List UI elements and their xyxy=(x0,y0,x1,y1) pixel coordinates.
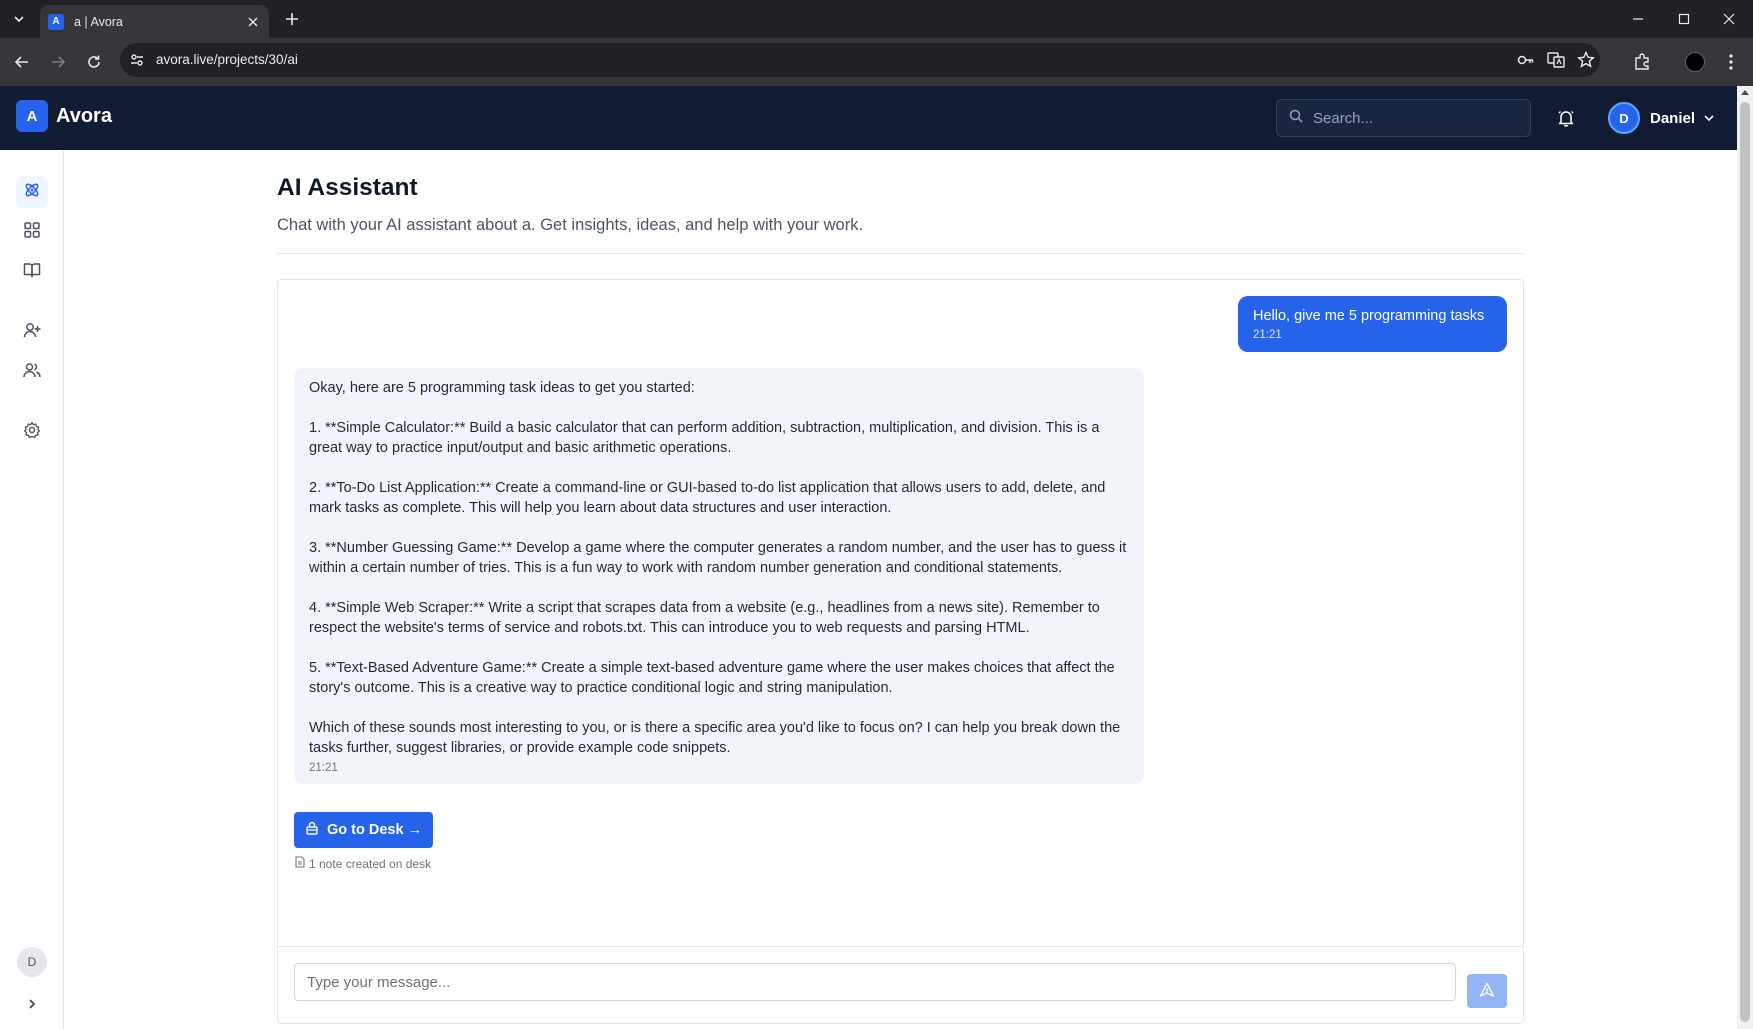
atom-icon xyxy=(23,181,41,204)
profile-dot xyxy=(1685,52,1705,72)
dashboard-grid-icon xyxy=(23,221,41,244)
tab-title: a | Avora xyxy=(74,14,123,29)
user-menu[interactable]: D Daniel xyxy=(1608,102,1715,134)
tab-search-chevron-icon[interactable] xyxy=(6,7,32,31)
header-divider xyxy=(277,253,1524,254)
sidebar-item-invite[interactable] xyxy=(16,316,48,348)
send-button[interactable] xyxy=(1467,974,1507,1008)
sidebar-user-avatar[interactable]: D xyxy=(17,947,47,977)
browser-tabstrip: A a | Avora xyxy=(0,0,1753,38)
note-document-icon xyxy=(295,856,305,871)
forward-arrow-icon[interactable] xyxy=(46,50,70,74)
search-input[interactable] xyxy=(1313,109,1518,127)
brand-logo-icon: A xyxy=(16,100,48,132)
page-title: AI Assistant xyxy=(277,174,418,201)
chevron-down-icon xyxy=(1703,112,1715,124)
desk-note-status: 1 note created on desk xyxy=(295,856,431,871)
page-scrollbar[interactable] xyxy=(1737,86,1753,1029)
ai-message-time: 21:21 xyxy=(309,762,338,774)
ai-message-paragraph: 2. **To-Do List Application:** Create a … xyxy=(309,480,1106,516)
global-search[interactable] xyxy=(1276,99,1531,137)
desk-lock-icon xyxy=(305,821,319,839)
window-minimize-icon[interactable] xyxy=(1625,6,1651,32)
sidebar-item-team[interactable] xyxy=(16,356,48,388)
brand-name: Avora xyxy=(56,104,112,127)
favicon-icon: A xyxy=(48,13,64,30)
ai-message-bubble: Okay, here are 5 programming task ideas … xyxy=(294,368,1144,784)
user-message-time: 21:21 xyxy=(1253,329,1282,341)
browser-tab-active[interactable]: A a | Avora xyxy=(40,5,269,38)
browser-toolbar: avora.live/projects/30/ai xyxy=(0,38,1753,86)
ai-message-paragraph: Okay, here are 5 programming task ideas … xyxy=(309,380,695,396)
user-avatar: D xyxy=(1608,102,1640,134)
new-tab-plus-icon[interactable] xyxy=(281,8,303,30)
user-message-bubble: Hello, give me 5 programming tasks 21:21 xyxy=(1238,296,1507,352)
send-icon xyxy=(1479,982,1495,1001)
user-message-text: Hello, give me 5 programming tasks xyxy=(1253,308,1485,324)
go-to-desk-label: Go to Desk → xyxy=(327,822,423,838)
scrollbar-thumb[interactable] xyxy=(1740,102,1750,1022)
notifications-bell-icon[interactable] xyxy=(1554,106,1578,130)
ai-message-paragraph: 3. **Number Guessing Game:** Develop a g… xyxy=(309,540,1127,576)
user-plus-icon xyxy=(23,321,41,344)
profile-avatar-icon[interactable] xyxy=(1683,50,1707,74)
reload-icon[interactable] xyxy=(82,50,106,74)
browser-menu-kebab-icon[interactable] xyxy=(1719,50,1743,74)
brand-home-link[interactable]: A Avora xyxy=(16,100,112,132)
password-key-icon[interactable] xyxy=(1516,50,1536,70)
window-close-icon[interactable] xyxy=(1716,6,1742,32)
ai-message-paragraph: 1. **Simple Calculator:** Build a basic … xyxy=(309,420,1100,456)
scroll-up-arrow-icon[interactable] xyxy=(1741,90,1749,95)
extensions-puzzle-icon[interactable] xyxy=(1630,50,1654,74)
message-composer xyxy=(278,946,1523,1023)
book-open-icon xyxy=(23,261,41,284)
sidebar-item-docs[interactable] xyxy=(16,256,48,288)
ai-message-paragraph: 5. **Text-Based Adventure Game:** Create… xyxy=(309,660,1115,696)
search-icon xyxy=(1289,109,1303,128)
user-name: Daniel xyxy=(1650,109,1696,127)
settings-gear-icon xyxy=(23,421,41,444)
window-maximize-icon[interactable] xyxy=(1671,6,1697,32)
desk-note-text: 1 note created on desk xyxy=(309,856,432,871)
translate-icon[interactable] xyxy=(1546,50,1566,70)
app-header: A Avora D Daniel xyxy=(0,86,1737,150)
site-info-icon[interactable] xyxy=(128,51,146,69)
page-subtitle: Chat with your AI assistant about a. Get… xyxy=(277,216,864,234)
sidebar: D xyxy=(0,150,64,1029)
url-text: avora.live/projects/30/ai xyxy=(156,52,298,67)
ai-message-paragraph: Which of these sounds most interesting t… xyxy=(309,720,1121,756)
ai-message-paragraph: 4. **Simple Web Scraper:** Write a scrip… xyxy=(309,600,1100,636)
sidebar-item-ai[interactable] xyxy=(16,176,48,208)
chat-panel: Hello, give me 5 programming tasks 21:21… xyxy=(277,279,1524,1024)
users-icon xyxy=(23,361,41,384)
sidebar-item-settings[interactable] xyxy=(16,416,48,448)
back-arrow-icon[interactable] xyxy=(10,50,34,74)
tab-close-icon[interactable] xyxy=(245,14,261,30)
sidebar-expand-chevron-right-icon[interactable] xyxy=(20,992,44,1016)
go-to-desk-button[interactable]: Go to Desk → xyxy=(294,812,434,848)
message-input[interactable] xyxy=(294,963,1456,1001)
bookmark-star-icon[interactable] xyxy=(1576,50,1596,70)
address-bar[interactable]: avora.live/projects/30/ai xyxy=(120,43,1600,77)
sidebar-item-dashboard[interactable] xyxy=(16,216,48,248)
